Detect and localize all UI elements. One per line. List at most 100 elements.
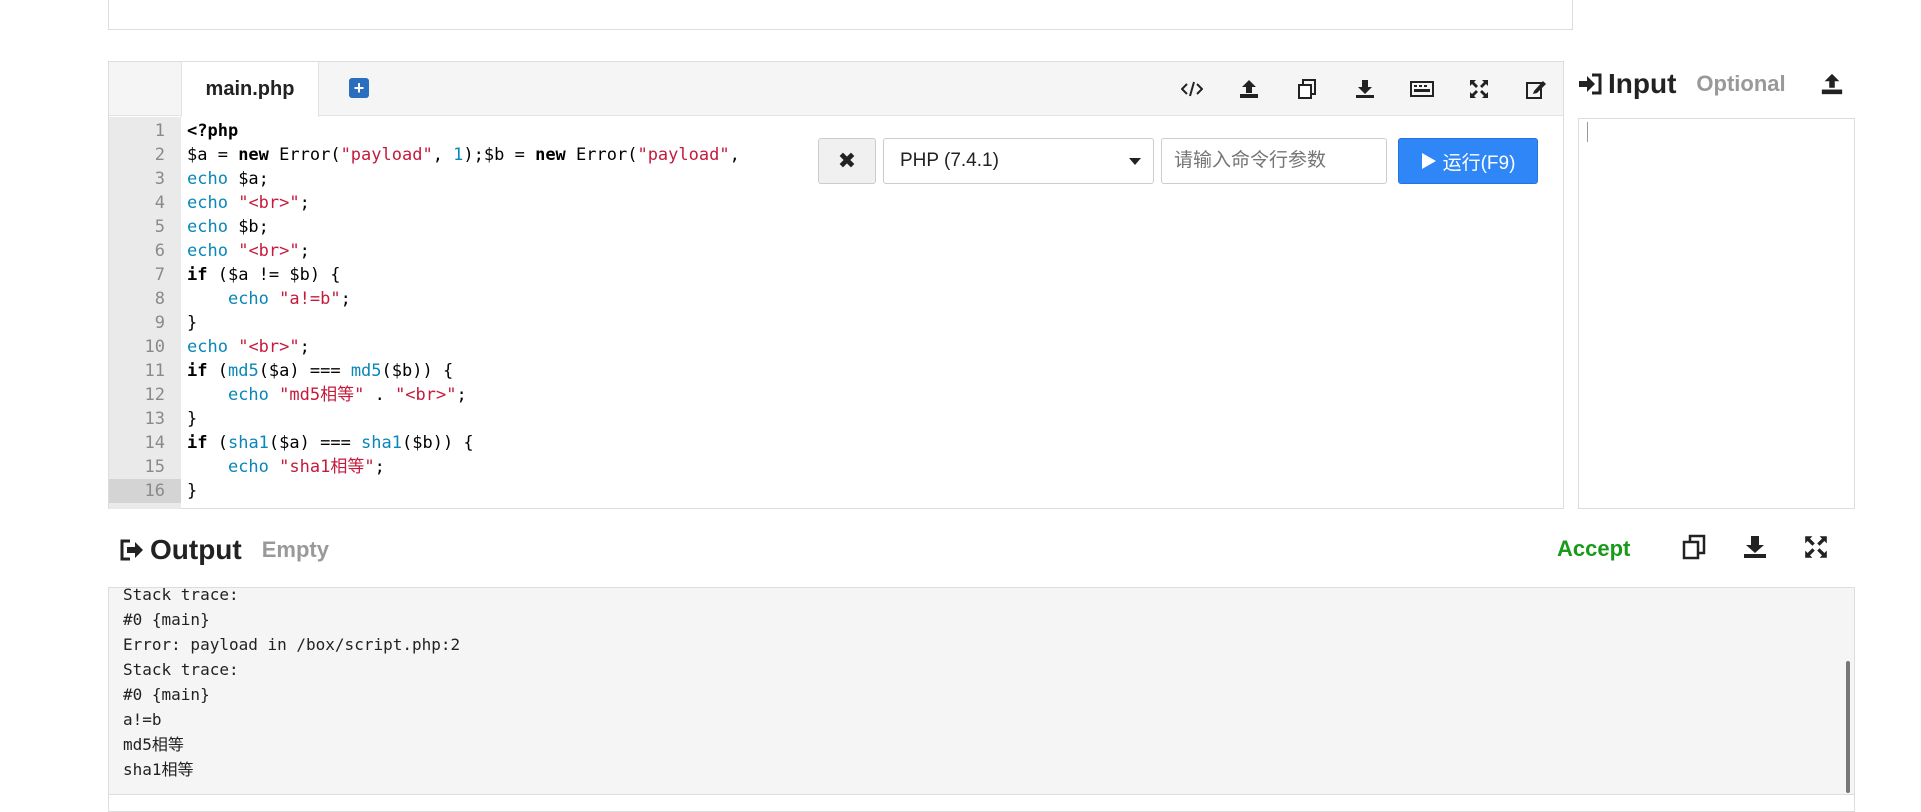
code-line[interactable]: echo "<br>"; — [187, 191, 310, 215]
code-line[interactable]: $a = new Error("payload", 1);$b = new Er… — [187, 143, 740, 167]
output-scrollbar[interactable] — [1846, 661, 1850, 793]
tab-main-php[interactable]: main.php — [181, 62, 319, 117]
download-icon[interactable] — [1352, 76, 1378, 102]
code-token: echo — [187, 241, 228, 261]
output-line: #0 {main} — [123, 610, 210, 629]
code-token: md5 — [227, 361, 259, 381]
code-line[interactable]: echo "sha1相等"; — [187, 455, 385, 479]
code-format-icon[interactable] — [1179, 76, 1205, 102]
code-line[interactable]: if ($a != $b) { — [187, 263, 341, 287]
code-line[interactable]: } — [187, 311, 197, 335]
code-token: echo — [227, 289, 269, 309]
code-token: } — [187, 313, 198, 333]
code-token: sha1 — [361, 433, 402, 453]
code-token: if — [187, 433, 208, 453]
output-line: #0 {main} — [123, 685, 210, 704]
download-output-icon[interactable] — [1740, 532, 1770, 562]
code-token: ; — [299, 193, 310, 213]
code-token: new — [238, 145, 269, 165]
run-button-label: 运行(F9) — [1442, 152, 1516, 174]
line-number: 6 — [154, 241, 165, 261]
code-token: sha1 — [227, 433, 269, 453]
code-token: ($a) === — [258, 361, 351, 381]
upload-input-icon[interactable] — [1820, 72, 1844, 96]
output-console[interactable]: Stack trace: #0 {main} Error: payload in /… — [108, 587, 1855, 795]
input-title: Input — [1608, 68, 1677, 99]
fullscreen-output-icon[interactable] — [1801, 532, 1831, 562]
code-token: echo — [187, 169, 228, 189]
sign-in-icon — [1578, 72, 1602, 96]
line-number: 12 — [144, 385, 165, 405]
code-line[interactable]: if (sha1($a) === sha1($b)) { — [187, 431, 474, 455]
code-token: 1 — [453, 145, 464, 165]
run-button[interactable]: 运行(F9) — [1398, 138, 1538, 184]
line-number: 2 — [154, 145, 165, 165]
copy-icon[interactable] — [1294, 76, 1320, 102]
code-token: if — [187, 265, 208, 285]
line-number: 14 — [144, 433, 165, 453]
code-token: ; — [299, 241, 310, 261]
code-token: ( — [207, 361, 228, 381]
code-token: ( — [207, 433, 228, 453]
edit-icon[interactable] — [1523, 76, 1549, 102]
code-line[interactable]: echo $a; — [187, 167, 269, 191]
chevron-down-icon — [1129, 158, 1141, 165]
code-line[interactable]: echo $b; — [187, 215, 269, 239]
code-token: } — [187, 409, 198, 429]
code-line[interactable]: } — [187, 407, 197, 431]
add-file-icon[interactable]: + — [349, 78, 369, 98]
code-line[interactable]: echo "a!=b"; — [187, 287, 351, 311]
top-panel — [108, 0, 1573, 30]
code-token: echo — [187, 217, 228, 237]
line-number: 1 — [154, 121, 165, 141]
line-number: 5 — [154, 217, 165, 237]
code-line[interactable]: } — [187, 479, 197, 503]
input-subtitle: Optional — [1696, 71, 1786, 96]
code-token: "payload" — [637, 145, 730, 165]
code-token: <?php — [187, 121, 239, 141]
line-number: 15 — [144, 457, 165, 477]
command-args-input[interactable] — [1161, 138, 1387, 184]
code-line[interactable]: echo "md5相等" . "<br>"; — [187, 383, 467, 407]
code-token: if — [187, 361, 208, 381]
code-token: ($b)) { — [381, 361, 454, 381]
code-token: Error( — [565, 145, 638, 165]
code-token: ; — [299, 337, 310, 357]
output-line: md5相等 — [123, 735, 184, 754]
code-token: , — [729, 145, 740, 165]
line-number: 13 — [144, 409, 165, 429]
upload-icon[interactable] — [1236, 76, 1262, 102]
code-line[interactable]: if (md5($a) === md5($b)) { — [187, 359, 453, 383]
code-line[interactable]: echo "<br>"; — [187, 335, 310, 359]
copy-output-icon[interactable] — [1679, 532, 1709, 562]
language-select-value: PHP (7.4.1) — [900, 150, 999, 171]
keyboard-icon[interactable] — [1409, 76, 1435, 102]
code-token: "md5相等" — [279, 385, 365, 405]
clear-button[interactable]: ✖ — [818, 138, 876, 184]
code-token: echo — [187, 337, 228, 357]
status-badge: Accept — [1557, 536, 1631, 561]
code-line[interactable]: <?php — [187, 119, 238, 143]
input-textarea[interactable] — [1578, 118, 1855, 509]
output-line: a!=b — [123, 710, 162, 729]
line-number: 16 — [109, 479, 181, 503]
play-icon — [1421, 153, 1436, 169]
code-token: );$b = — [463, 145, 536, 165]
language-select[interactable]: PHP (7.4.1) — [883, 138, 1154, 184]
code-line[interactable]: echo "<br>"; — [187, 239, 310, 263]
tab-label: main.php — [205, 78, 295, 100]
code-token: , — [432, 145, 454, 165]
code-token: } — [187, 481, 198, 501]
fullscreen-icon[interactable] — [1466, 76, 1492, 102]
text-cursor — [1587, 122, 1588, 142]
output-line: Error: payload in /box/script.php:2 — [123, 635, 461, 654]
code-token: echo — [227, 457, 269, 477]
code-token: $a; — [227, 169, 269, 189]
line-number: 11 — [144, 361, 165, 381]
code-token: ($b)) { — [402, 433, 474, 453]
